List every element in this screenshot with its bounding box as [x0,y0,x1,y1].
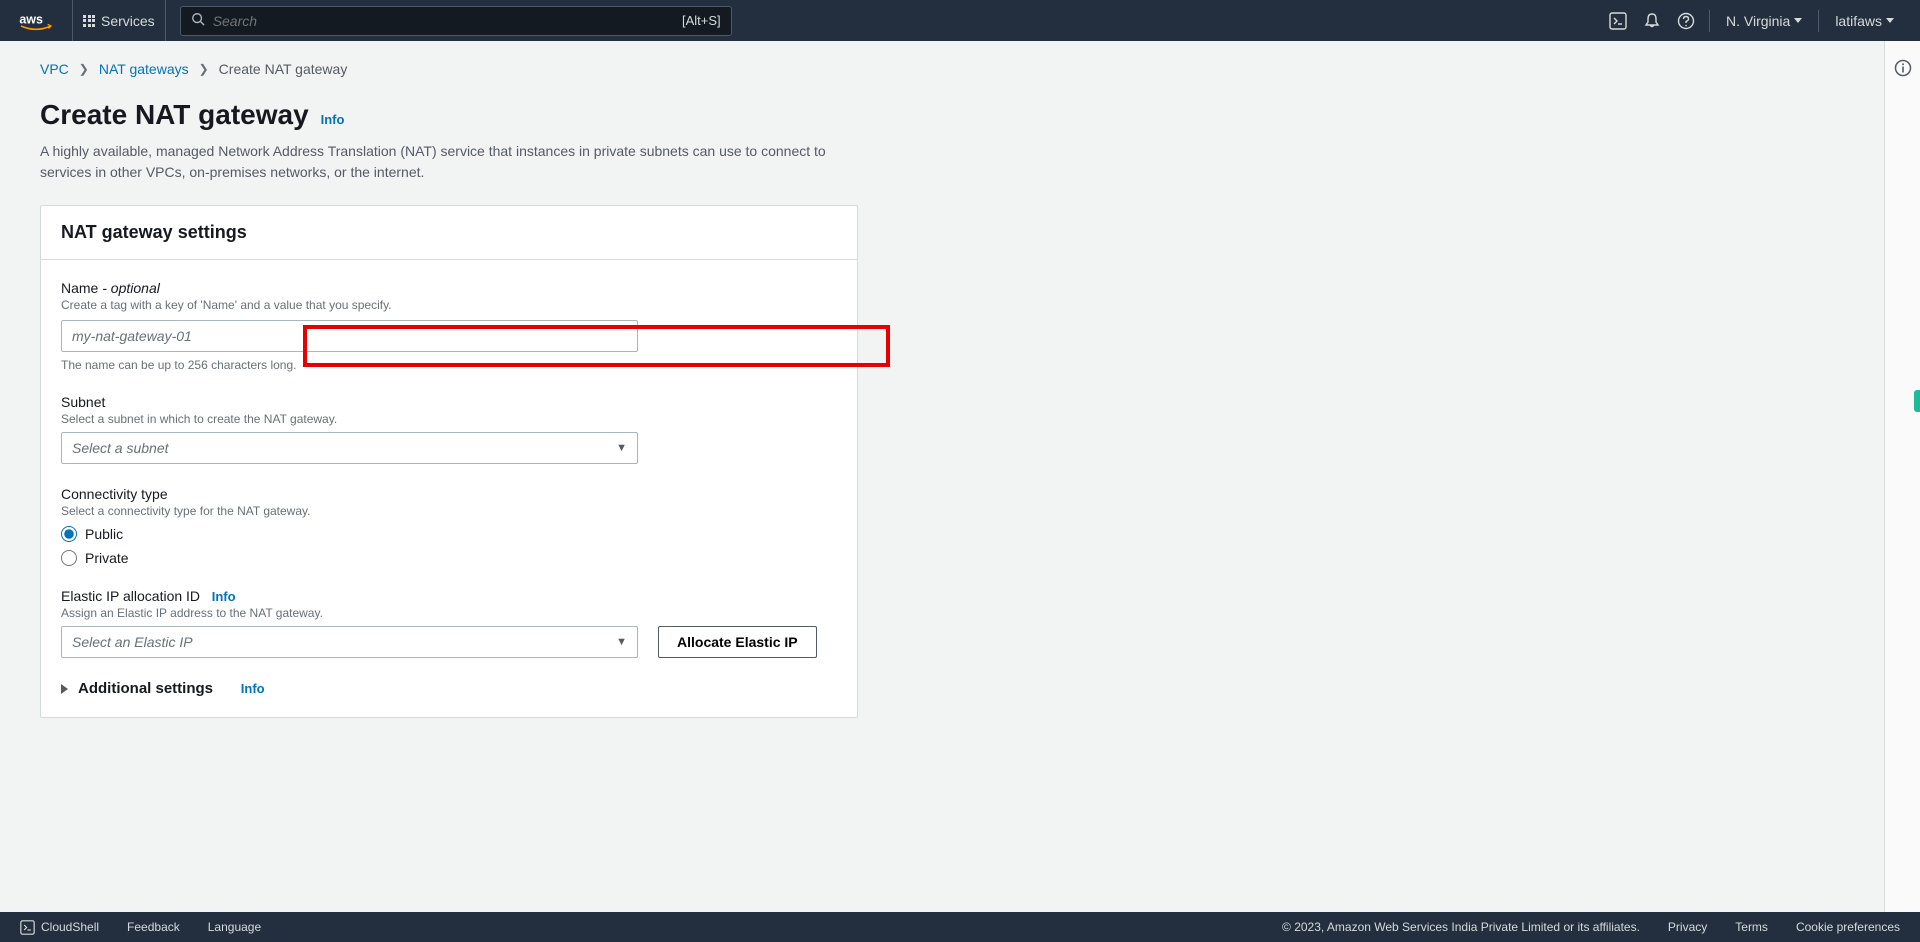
caret-right-icon [61,684,68,694]
page-heading-row: Create NAT gateway Info [40,99,1460,131]
search-icon [191,12,205,29]
subnet-field: Subnet Select a subnet in which to creat… [61,394,837,464]
caret-down-icon [1794,18,1802,23]
breadcrumb-current: Create NAT gateway [219,61,348,77]
search-input[interactable] [213,13,682,29]
svg-text:aws: aws [19,12,43,26]
footer-terms[interactable]: Terms [1735,920,1768,934]
name-label: Name - optional [61,280,837,296]
services-menu[interactable]: Services [72,0,166,41]
caret-down-icon [1886,18,1894,23]
chevron-right-icon: ❯ [199,62,209,76]
panel-title: NAT gateway settings [61,222,837,243]
allocate-eip-button[interactable]: Allocate Elastic IP [658,626,817,658]
caret-down-icon: ▼ [616,442,627,454]
additional-settings-expander[interactable]: Additional settings Info [61,680,837,697]
eip-label: Elastic IP allocation ID [61,588,200,604]
eip-desc: Assign an Elastic IP address to the NAT … [61,606,837,620]
services-grid-icon [83,15,95,27]
footer-privacy[interactable]: Privacy [1668,920,1707,934]
breadcrumb-vpc[interactable]: VPC [40,61,69,77]
subnet-label: Subnet [61,394,837,410]
footer-copyright: © 2023, Amazon Web Services India Privat… [1282,920,1640,934]
eip-select-placeholder: Select an Elastic IP [72,634,193,650]
page-info-link[interactable]: Info [321,112,345,127]
cloudshell-icon[interactable] [1601,4,1635,38]
page-description: A highly available, managed Network Addr… [40,141,860,183]
footer-cookies[interactable]: Cookie preferences [1796,920,1900,934]
footer-cloudshell-label: CloudShell [41,920,99,934]
additional-settings-label: Additional settings [78,680,213,697]
caret-down-icon: ▼ [616,636,627,648]
top-nav: aws Services [Alt+S] N. Virginia latifaw… [0,0,1920,41]
connectivity-public-label[interactable]: Public [85,526,123,542]
eip-select[interactable]: Select an Elastic IP ▼ [61,626,638,658]
services-label: Services [101,13,155,29]
account-label: latifaws [1835,13,1882,29]
eip-info-link[interactable]: Info [212,589,236,604]
connectivity-public-radio[interactable] [61,526,77,542]
connectivity-label: Connectivity type [61,486,837,502]
nat-settings-panel: NAT gateway settings Name - optional Cre… [40,205,858,718]
main-content-scroll[interactable]: VPC ❯ NAT gateways ❯ Create NAT gateway … [0,41,1920,912]
page-title: Create NAT gateway [40,99,309,131]
subnet-select[interactable]: Select a subnet ▼ [61,432,638,464]
breadcrumb: VPC ❯ NAT gateways ❯ Create NAT gateway [40,61,1460,77]
aws-logo[interactable]: aws [16,11,56,31]
info-panel-toggle[interactable] [1884,41,1920,912]
search-shortcut: [Alt+S] [682,13,721,28]
footer-feedback[interactable]: Feedback [127,920,180,934]
connectivity-field: Connectivity type Select a connectivity … [61,486,837,566]
region-label: N. Virginia [1726,13,1790,29]
info-icon [1894,59,1912,77]
name-desc: Create a tag with a key of 'Name' and a … [61,298,837,312]
breadcrumb-nat-gateways[interactable]: NAT gateways [99,61,189,77]
footer-cloudshell[interactable]: CloudShell [20,920,99,935]
additional-info-link[interactable]: Info [241,681,265,696]
global-search[interactable]: [Alt+S] [180,6,732,36]
footer-bar: CloudShell Feedback Language © 2023, Ama… [0,912,1920,942]
help-icon[interactable] [1669,4,1703,38]
name-hint: The name can be up to 256 characters lon… [61,358,837,372]
region-selector[interactable]: N. Virginia [1716,13,1812,29]
side-handle[interactable] [1914,390,1920,412]
chevron-right-icon: ❯ [79,62,89,76]
connectivity-private-label[interactable]: Private [85,550,129,566]
footer-language[interactable]: Language [208,920,261,934]
subnet-desc: Select a subnet in which to create the N… [61,412,837,426]
connectivity-desc: Select a connectivity type for the NAT g… [61,504,837,518]
panel-header: NAT gateway settings [41,206,857,260]
account-menu[interactable]: latifaws [1825,13,1904,29]
notifications-icon[interactable] [1635,4,1669,38]
name-input[interactable] [61,320,638,352]
connectivity-private-radio[interactable] [61,550,77,566]
name-field: Name - optional Create a tag with a key … [61,280,837,372]
subnet-select-placeholder: Select a subnet [72,440,169,456]
eip-field: Elastic IP allocation ID Info Assign an … [61,588,837,658]
